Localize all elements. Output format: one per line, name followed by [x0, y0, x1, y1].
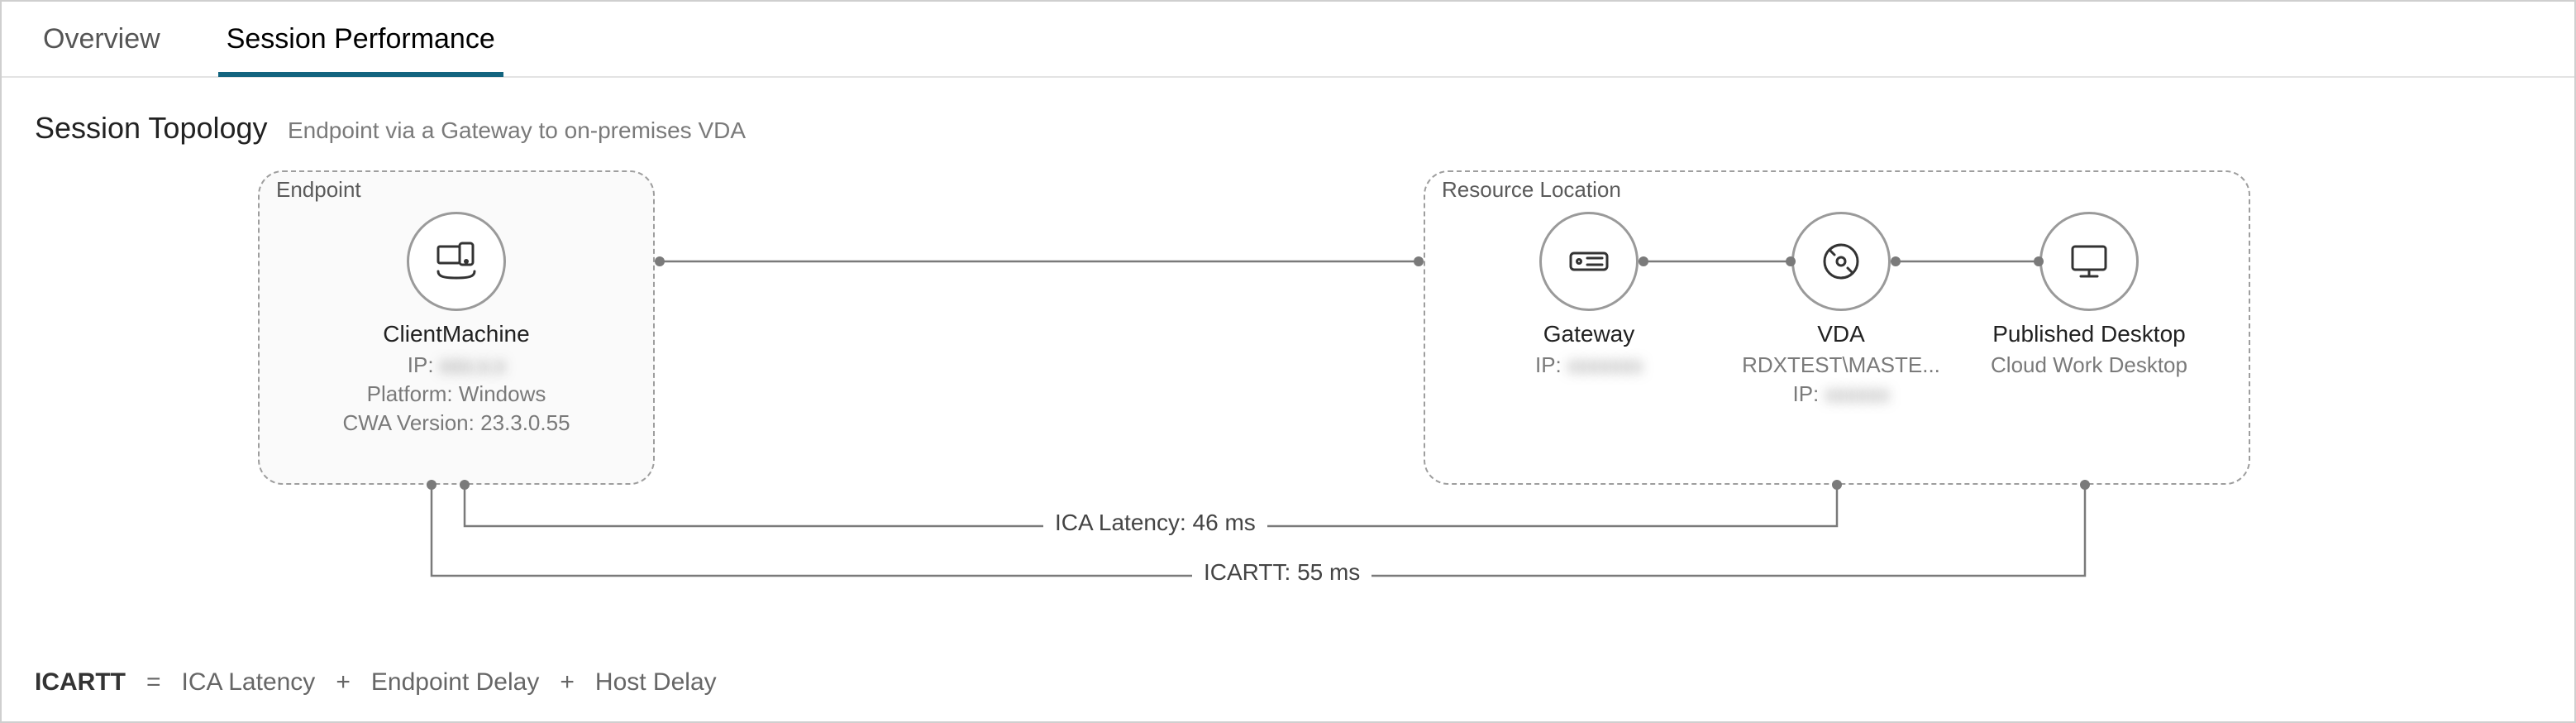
tab-overview[interactable]: Overview	[35, 5, 169, 74]
gateway-ip-label: IP:	[1535, 352, 1562, 377]
formula-lhs: ICARTT	[35, 668, 126, 696]
page: Overview Session Performance Session Top…	[0, 0, 2576, 723]
vda-ip-label: IP:	[1792, 381, 1819, 406]
formula: ICARTT = ICA Latency + Endpoint Delay + …	[35, 668, 717, 697]
endpoint-platform-value: Windows	[459, 381, 546, 406]
published-desktop-icon	[2039, 212, 2139, 311]
vda-ip-value: xxxxxx	[1825, 381, 1890, 406]
icartt-value: 55 ms	[1297, 559, 1360, 585]
vda-title: VDA	[1717, 321, 1965, 347]
endpoint-title: ClientMachine	[332, 321, 580, 347]
tab-session-performance[interactable]: Session Performance	[218, 5, 503, 74]
group-resource-label: Resource Location	[1442, 177, 1621, 203]
node-published-desktop: Published Desktop Cloud Work Desktop	[1965, 212, 2213, 380]
formula-plus1: +	[336, 668, 351, 696]
group-endpoint-label: Endpoint	[276, 177, 361, 203]
node-endpoint: ClientMachine IP: xxx.x.x Platform: Wind…	[332, 212, 580, 438]
topology-diagram: Endpoint Resource Location ClientMachine	[35, 162, 2541, 675]
tab-bar: Overview Session Performance	[2, 2, 2574, 78]
vda-meta: RDXTEST\MASTE... IP: xxxxxx	[1717, 351, 1965, 409]
endpoint-cwa-label: CWA Version:	[342, 410, 474, 435]
node-gateway: Gateway IP: xxxxxxx	[1465, 212, 1713, 380]
connector-endpoint-to-resource	[655, 253, 1424, 270]
gateway-ip-value: xxxxxxx	[1567, 352, 1643, 377]
section-title: Session Topology	[35, 111, 268, 145]
vda-icon	[1791, 212, 1891, 311]
formula-plus2: +	[560, 668, 575, 696]
gateway-icon	[1539, 212, 1639, 311]
formula-b: Endpoint Delay	[371, 668, 539, 696]
endpoint-ip-value: xxx.x.x	[440, 352, 505, 377]
endpoint-ip-label: IP:	[408, 352, 434, 377]
formula-eq: =	[146, 668, 161, 696]
node-vda: VDA RDXTEST\MASTE... IP: xxxxxx	[1717, 212, 1965, 409]
section-subtitle: Endpoint via a Gateway to on-premises VD…	[288, 117, 746, 143]
connector-gateway-to-vda	[1639, 253, 1796, 270]
vda-name: RDXTEST\MASTE...	[1742, 352, 1940, 377]
formula-a: ICA Latency	[182, 668, 316, 696]
icartt-label: ICARTT:	[1204, 559, 1290, 585]
gateway-title: Gateway	[1465, 321, 1713, 347]
metric-icartt: ICARTT: 55 ms	[1192, 559, 1371, 586]
gateway-meta: IP: xxxxxxx	[1465, 351, 1713, 380]
formula-c: Host Delay	[595, 668, 717, 696]
published-desktop-detail: Cloud Work Desktop	[1965, 351, 2213, 380]
endpoint-icon	[407, 212, 506, 311]
endpoint-meta: IP: xxx.x.x Platform: Windows CWA Versio…	[332, 351, 580, 438]
endpoint-platform-label: Platform:	[367, 381, 453, 406]
published-desktop-title: Published Desktop	[1965, 321, 2213, 347]
content: Session Topology Endpoint via a Gateway …	[2, 78, 2574, 675]
connector-vda-to-published	[1891, 253, 2044, 270]
endpoint-cwa-value: 23.3.0.55	[480, 410, 570, 435]
